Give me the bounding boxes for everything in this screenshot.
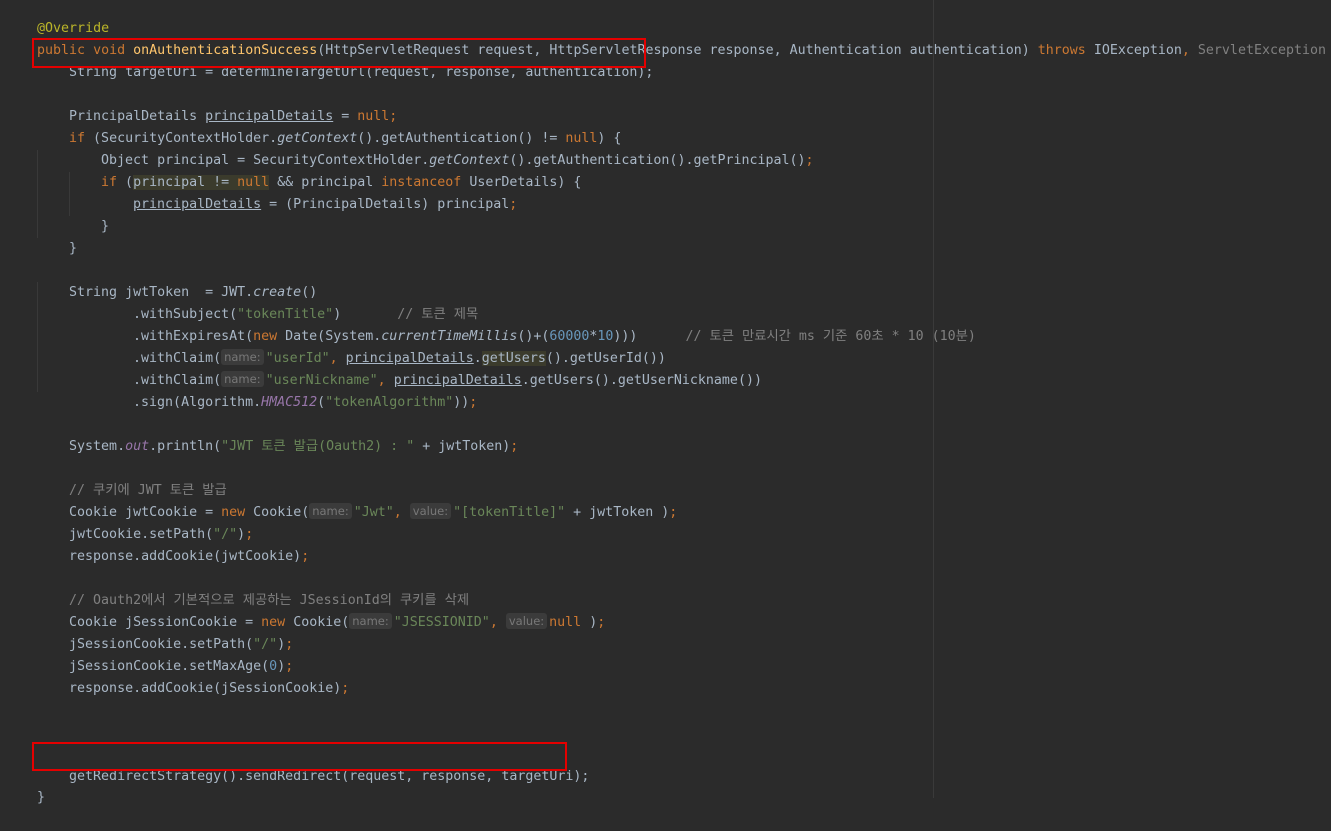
constant-hmac512: HMAC512 xyxy=(261,395,318,410)
paren-open: ( xyxy=(317,395,326,410)
keyword-throws: throws xyxy=(1037,43,1086,58)
code-line-method-signature: public void onAuthenticationSuccess(Http… xyxy=(5,18,1331,58)
code-line-close-inner: } xyxy=(69,194,109,234)
semicolon: ; xyxy=(597,615,606,630)
close-brace: } xyxy=(101,219,110,234)
semicolon: ; xyxy=(509,197,518,212)
code-line-final-brace: } xyxy=(5,765,45,805)
code-line-jsession-add: response.addCookie(jSessionCookie); xyxy=(37,656,349,696)
right-margin-guide xyxy=(933,0,934,798)
code-line-with-claim-user-id: .withClaim(name: "userId", principalDetai… xyxy=(101,326,666,366)
string-jwt-message: "JWT 토큰 발급(Oauth2) : " xyxy=(221,439,415,454)
var-principal-details: principalDetails xyxy=(133,197,262,212)
comma: , xyxy=(489,615,498,630)
close-brace: } xyxy=(69,241,78,256)
code-line-jsession-decl: Cookie jSessionCookie = new Cookie(name:… xyxy=(37,590,605,630)
code-line-comment-jsession: // Oauth2에서 기본적으로 제공하는 JSessionId의 쿠키를 삭… xyxy=(37,568,469,608)
sign-call: .sign(Algorithm. xyxy=(133,395,262,410)
code-line-annotation: @Override xyxy=(5,0,109,36)
param-hint-value: value: xyxy=(505,613,548,629)
code-line-sign: .sign(Algorithm.HMAC512("tokenAlgorithm"… xyxy=(101,370,477,410)
code-line-println: System.out.println("JWT 토큰 발급(Oauth2) : … xyxy=(37,414,518,454)
semicolon: ; xyxy=(301,549,310,564)
code-line-jsession-maxage: jSessionCookie.setMaxAge(0); xyxy=(37,634,293,674)
comma: , xyxy=(393,505,402,520)
code-line-jwt-decl: String jwtToken = JWT.create() xyxy=(37,260,317,300)
string-token-title-bracket: "[tokenTitle]" xyxy=(453,505,566,520)
code-line-object-principal: Object principal = SecurityContextHolder… xyxy=(69,128,814,168)
param-hint-name: name: xyxy=(309,503,352,519)
system-ref: System. xyxy=(69,439,126,454)
println-concat: + jwtToken) xyxy=(414,439,511,454)
field-out: out xyxy=(125,439,150,454)
highlight-box-target-uri xyxy=(32,38,646,68)
code-line-close-outer: } xyxy=(37,216,77,256)
code-line-jsession-path: jSessionCookie.setPath("/"); xyxy=(37,612,293,652)
code-line-with-expires: .withExpiresAt(new Date(System.currentTi… xyxy=(101,304,976,344)
string-jsessionid: "JSESSIONID" xyxy=(393,615,490,630)
string-jwt: "Jwt" xyxy=(353,505,394,520)
get-user-nickname: .getUsers().getUserNickname()) xyxy=(521,373,762,388)
param-hint-value: value: xyxy=(409,503,452,519)
semicolon: ; xyxy=(469,395,478,410)
code-line-set-path: jwtCookie.setPath("/"); xyxy=(37,502,253,542)
exception-io: IOException xyxy=(1085,43,1182,58)
code-line-comment-cookie: // 쿠키에 JWT 토큰 발급 xyxy=(37,458,227,498)
keyword-null: null xyxy=(549,615,582,630)
code-line-if-context: if (SecurityContextHolder.getContext().g… xyxy=(37,106,621,146)
code-line-assign-principal: principalDetails = (PrincipalDetails) pr… xyxy=(101,172,517,212)
comma: , xyxy=(1181,43,1190,58)
exception-servlet: ServletException xyxy=(1189,43,1326,58)
println-call: .println( xyxy=(149,439,222,454)
code-line-principal-decl: PrincipalDetails principalDetails = null… xyxy=(37,84,397,124)
cookie-concat: + jwtToken ) xyxy=(565,505,670,520)
semicolon: ; xyxy=(510,439,519,454)
cookie-ctor: Cookie( xyxy=(285,615,350,630)
cast-expression: = (PrincipalDetails) principal xyxy=(261,197,510,212)
add-cookie-call: response.addCookie(jwtCookie) xyxy=(69,549,302,564)
code-line-with-claim-nickname: .withClaim(name: "userNickname", principa… xyxy=(101,348,762,388)
param-hint-name: name: xyxy=(349,613,392,629)
string-token-algorithm: "tokenAlgorithm" xyxy=(325,395,454,410)
semicolon: ; xyxy=(341,681,350,696)
code-line-cookie-decl: Cookie jwtCookie = new Cookie(name: "Jwt"… xyxy=(37,480,677,520)
paren-close: ) xyxy=(581,615,598,630)
highlight-box-redirect xyxy=(32,742,567,771)
paren-close: )) xyxy=(453,395,470,410)
code-editor[interactable]: @Override public void onAuthenticationSu… xyxy=(0,0,1331,805)
code-line-with-subject: .withSubject("tokenTitle") // 토큰 제목 xyxy=(101,282,478,322)
code-line-add-cookie: response.addCookie(jwtCookie); xyxy=(37,524,309,564)
semicolon: ; xyxy=(669,505,678,520)
open-brace: { xyxy=(1326,43,1331,58)
cookie-ctor: Cookie( xyxy=(245,505,310,520)
add-cookie-call: response.addCookie(jSessionCookie) xyxy=(69,681,342,696)
code-line-if-instanceof: if (principal != null && principal insta… xyxy=(69,150,581,190)
comment-expiry: // 토큰 만료시간 ms 기준 60초 * 10 (10분) xyxy=(685,329,976,344)
semicolon: ; xyxy=(805,153,814,168)
redirect-statement: getRedirectStrategy().sendRedirect(reque… xyxy=(69,769,590,784)
